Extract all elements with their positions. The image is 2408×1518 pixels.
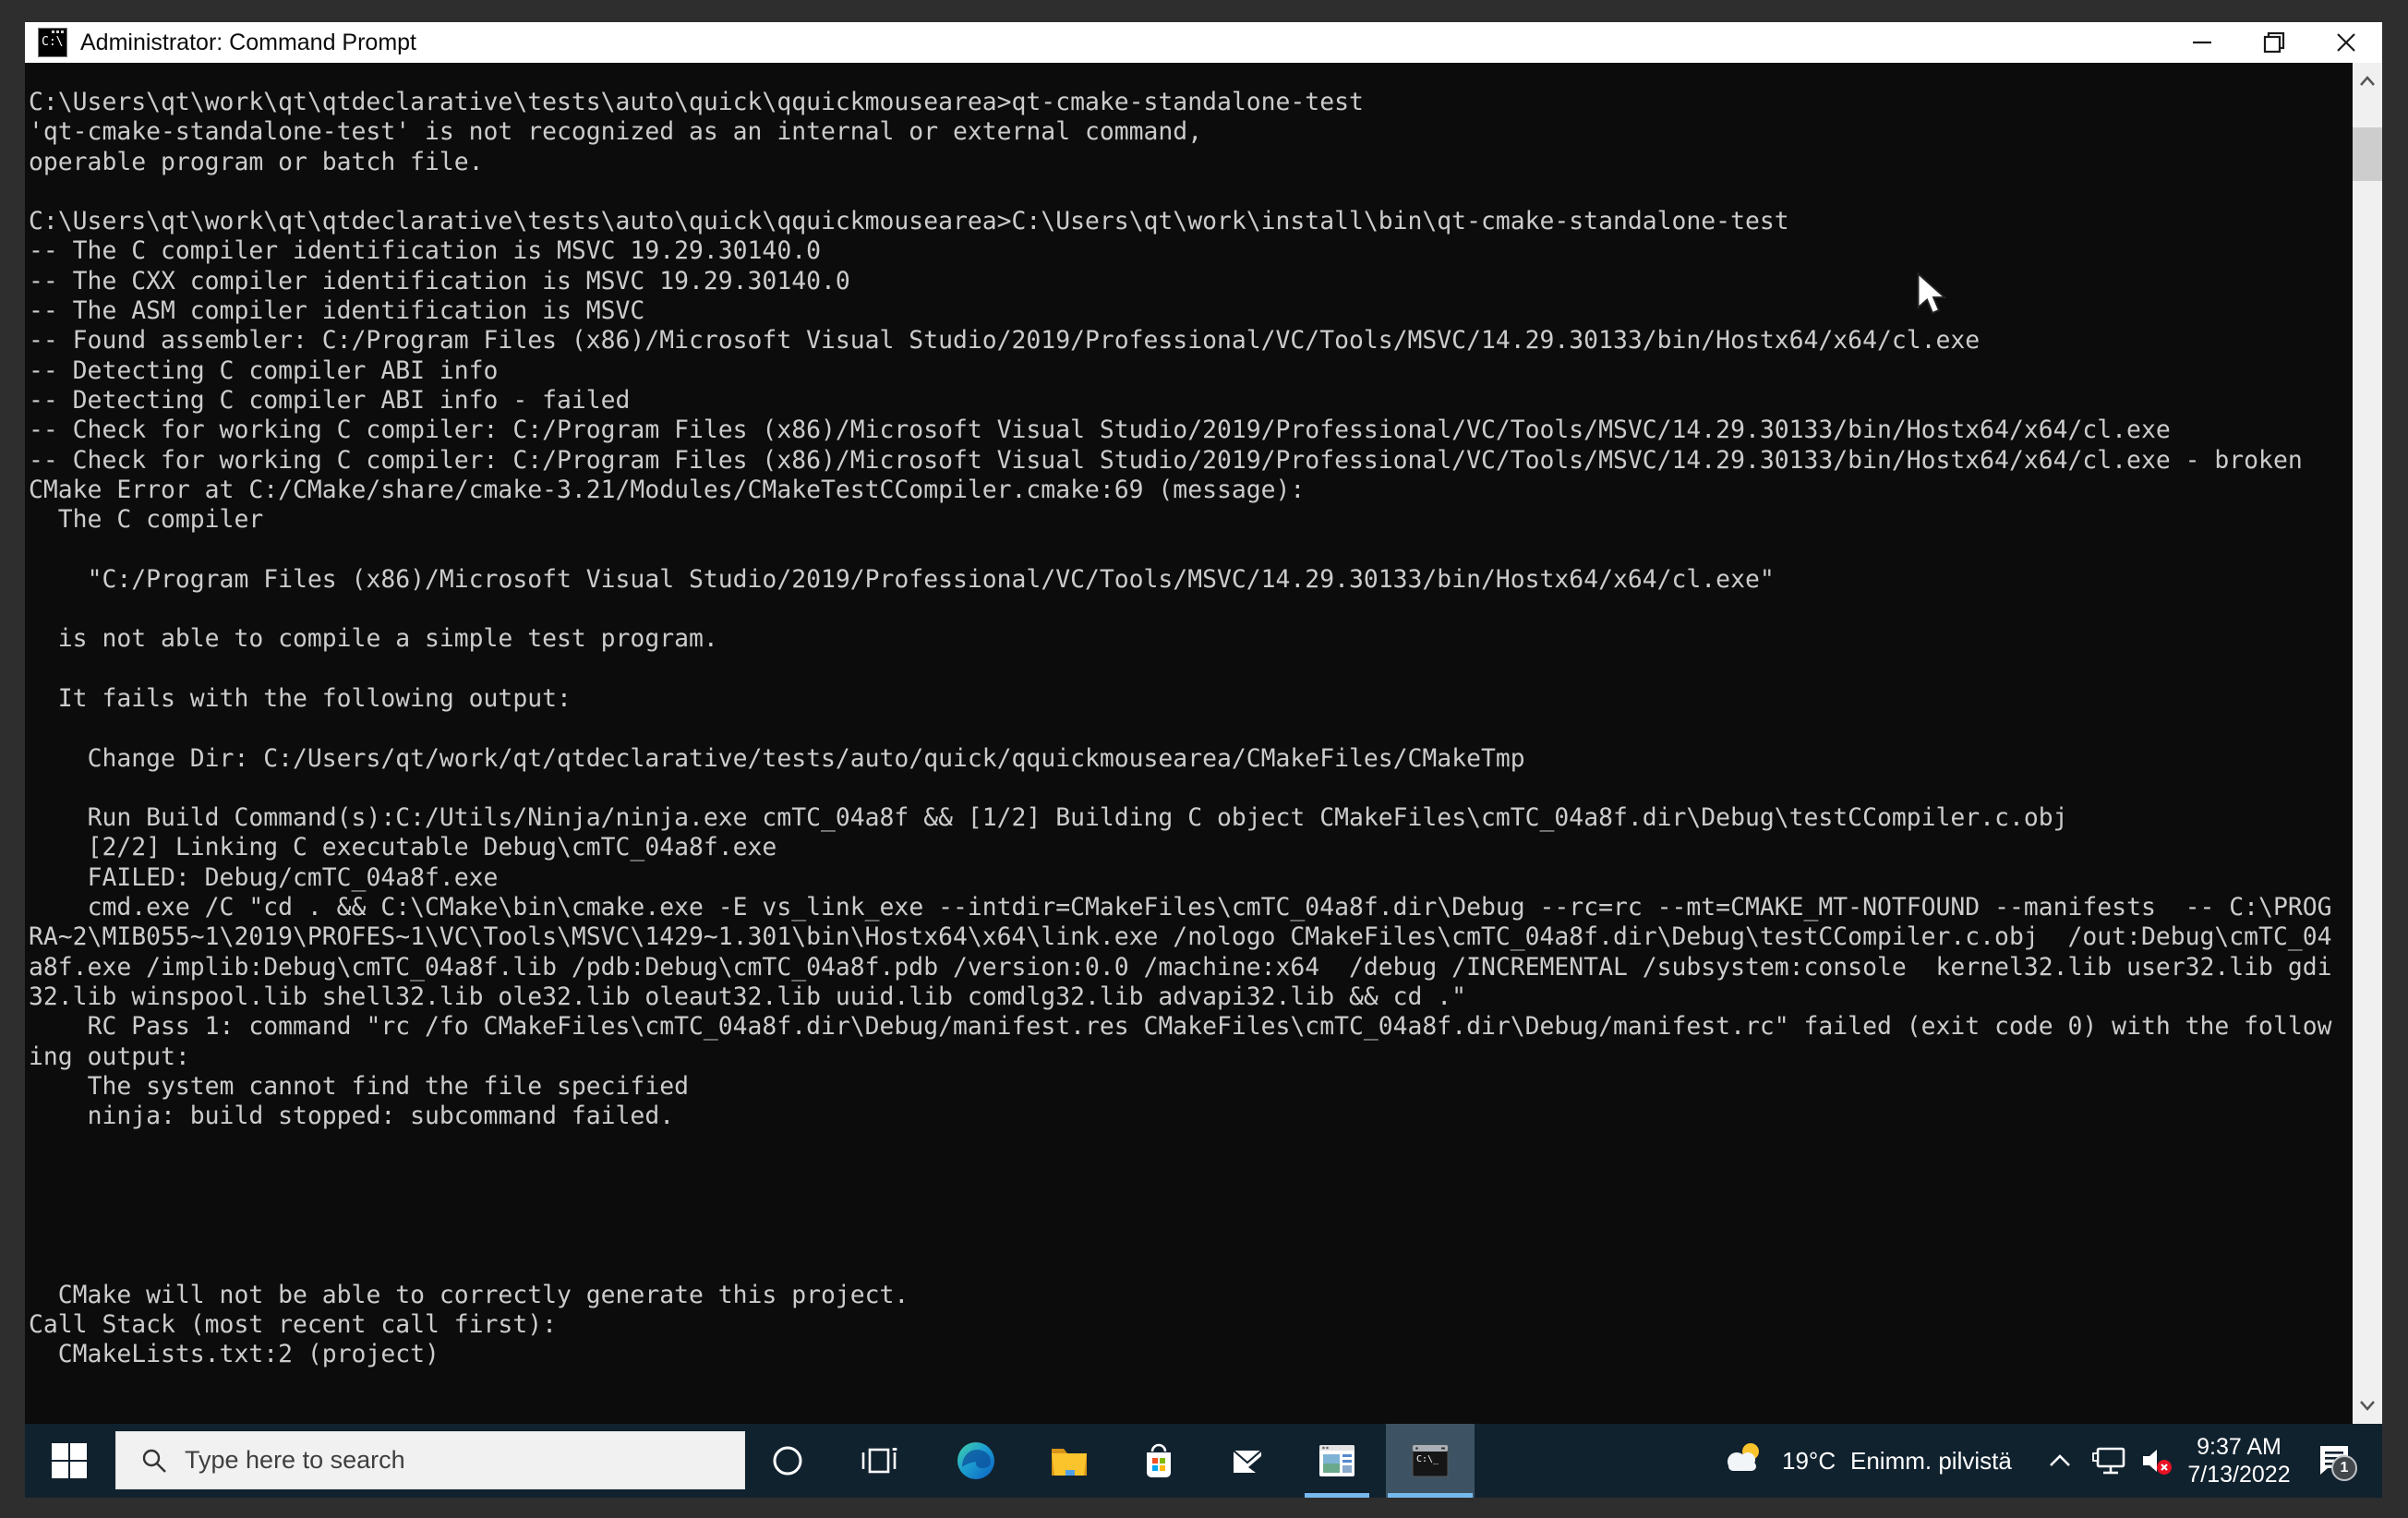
search-placeholder: Type here to search — [185, 1446, 405, 1474]
file-explorer-icon — [1052, 1449, 1087, 1476]
taskbar-report-app-button[interactable] — [1293, 1424, 1381, 1498]
console-area[interactable]: C:\Users\qt\work\qt\qtdeclarative\tests\… — [25, 63, 2382, 1424]
chevron-up-icon — [2360, 76, 2375, 86]
cortana-button[interactable] — [745, 1424, 830, 1498]
svg-text:C:\_: C:\_ — [1416, 1454, 1439, 1464]
task-view-button[interactable] — [835, 1424, 923, 1498]
taskbar: Type here to search C:\_ 19°C Enimm. pil… — [25, 1424, 2382, 1498]
weather-icon — [1728, 1443, 1759, 1471]
clock-date: 7/13/2022 — [2187, 1462, 2291, 1488]
window-titlebar[interactable]: C:\ Administrator: Command Prompt — [25, 22, 2382, 63]
task-view-icon — [861, 1448, 897, 1474]
scroll-down-button[interactable] — [2353, 1387, 2382, 1424]
command-prompt-window: C:\ Administrator: Command Prompt C:\Use… — [25, 22, 2382, 1424]
taskbar-store-button[interactable] — [1114, 1424, 1203, 1498]
app-window-icon — [1319, 1445, 1354, 1476]
store-icon — [1147, 1443, 1171, 1477]
scroll-up-button[interactable] — [2353, 63, 2382, 100]
taskbar-edge-button[interactable] — [932, 1424, 1020, 1498]
taskbar-mail-button[interactable] — [1203, 1424, 1292, 1498]
running-indicator — [1305, 1493, 1369, 1498]
volume-status[interactable] — [2137, 1424, 2176, 1498]
volume-muted-icon — [2143, 1450, 2172, 1475]
weather-condition[interactable]: Enimm. pilvistä — [1850, 1424, 2012, 1498]
vertical-scrollbar[interactable] — [2353, 63, 2382, 1424]
scrollbar-thumb[interactable] — [2353, 127, 2382, 181]
command-prompt-icon: C:\_ — [1412, 1444, 1449, 1477]
windows-start-icon — [52, 1443, 87, 1478]
taskbar-command-prompt-button[interactable]: C:\_ — [1386, 1424, 1475, 1498]
taskbar-file-explorer-button[interactable] — [1025, 1424, 1114, 1498]
active-indicator — [1388, 1493, 1473, 1498]
network-status[interactable] — [2091, 1424, 2128, 1498]
notification-badge: 1 — [2331, 1455, 2357, 1481]
close-icon — [2337, 33, 2355, 52]
start-button[interactable] — [25, 1424, 114, 1498]
search-icon — [142, 1449, 166, 1473]
search-input[interactable]: Type here to search — [115, 1431, 745, 1489]
network-icon — [2092, 1447, 2125, 1475]
window-controls — [2166, 22, 2382, 63]
edge-icon — [957, 1442, 994, 1479]
mouse-cursor — [1917, 272, 1947, 315]
minimize-button[interactable] — [2166, 22, 2238, 63]
restore-icon — [2263, 31, 2285, 54]
weather-temperature[interactable]: 19°C — [1782, 1424, 1836, 1498]
minimize-icon — [2193, 41, 2211, 44]
mail-icon — [1233, 1450, 1262, 1473]
window-title: Administrator: Command Prompt — [80, 29, 417, 55]
tray-overflow-button[interactable] — [2047, 1424, 2073, 1498]
console-output: C:\Users\qt\work\qt\qtdeclarative\tests\… — [29, 88, 2332, 1369]
chevron-down-icon — [2360, 1401, 2375, 1411]
close-button[interactable] — [2310, 22, 2382, 63]
clock-time: 9:37 AM — [2197, 1434, 2282, 1460]
restore-button[interactable] — [2238, 22, 2310, 63]
cmd-window-icon: C:\ — [38, 28, 67, 57]
clock[interactable]: 9:37 AM 7/13/2022 — [2187, 1424, 2291, 1498]
cortana-icon — [773, 1446, 802, 1476]
weather-widget[interactable] — [1721, 1424, 1765, 1498]
action-center-button[interactable]: 1 — [2317, 1442, 2357, 1481]
desktop-root: { "window": { "title": "Administrator: C… — [0, 0, 2408, 1518]
chevron-up-icon — [2050, 1454, 2070, 1466]
